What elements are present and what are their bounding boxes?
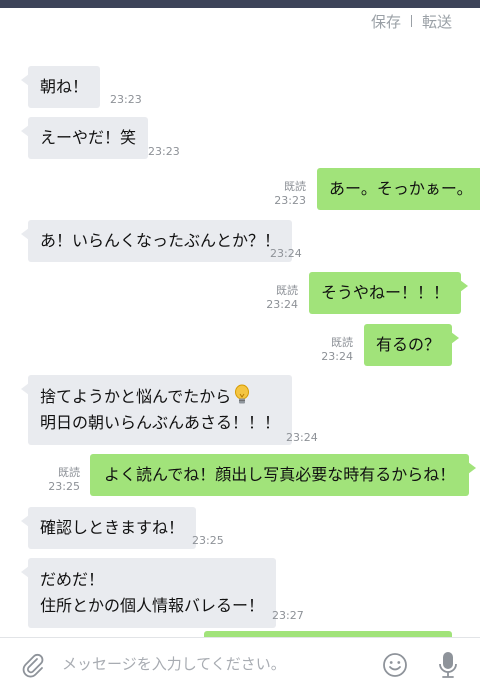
microphone-icon[interactable] — [437, 650, 459, 680]
incoming-message[interactable]: 確認しときますね！ — [20, 507, 197, 549]
message-meta: 既読 23:24 — [262, 284, 298, 312]
header-divider — [410, 15, 412, 27]
message-time: 23:23 — [148, 145, 180, 158]
outgoing-message[interactable]: 有るの？ — [364, 324, 460, 366]
message-text: あー。そっかぁー。 — [329, 179, 473, 198]
message-text: 有るの？ — [376, 335, 441, 354]
message-text: 捨てようかと悩んでたから — [40, 387, 232, 406]
emoji-icon[interactable] — [382, 652, 408, 678]
message-composer — [0, 637, 480, 690]
save-button[interactable]: 保存 — [371, 11, 401, 32]
message-time: 23:25 — [192, 534, 224, 547]
incoming-message[interactable]: あ！いらんくなったぶんとか？！ — [20, 220, 293, 262]
message-time: 23:24 — [286, 431, 318, 444]
message-text: 確認しときますね！ — [40, 518, 185, 537]
incoming-message[interactable]: えーやだ！笑 — [20, 117, 149, 159]
message-line: 捨てようかと悩んでたから — [40, 384, 280, 410]
incoming-message[interactable]: だめだ！ 住所とかの個人情報バレるー！ — [20, 558, 277, 628]
message-time: 23:27 — [272, 609, 304, 622]
window-top-bar — [0, 0, 480, 8]
message-line: 住所とかの個人情報バレるー！ — [40, 593, 264, 619]
incoming-message[interactable]: 捨てようかと悩んでたから 明日の朝いらんぶんあさる！！！ — [20, 375, 293, 445]
message-meta: 既読 23:23 — [270, 180, 306, 208]
message-time: 23:24 — [266, 298, 298, 311]
message-meta: 既読 23:24 — [317, 336, 353, 364]
message-input[interactable] — [62, 652, 352, 676]
outgoing-message[interactable]: そうやねー！！！ — [309, 272, 469, 314]
outgoing-message[interactable]: あー。そっかぁー。 — [317, 168, 480, 210]
read-receipt: 既読 — [284, 180, 306, 193]
message-line: だめだ！ — [40, 567, 264, 593]
message-time: 23:23 — [274, 194, 306, 207]
read-receipt: 既読 — [276, 284, 298, 297]
paperclip-icon[interactable] — [20, 652, 46, 678]
incoming-message[interactable]: 朝ね！ — [20, 66, 101, 108]
message-text: 明日の朝いらんぶんあさる！！！ — [40, 413, 281, 432]
message-text: よく読んでね！顔出し写真必要な時有るからね！ — [104, 465, 456, 484]
message-text: だめだ！ — [40, 570, 105, 589]
message-time: 23:24 — [270, 247, 302, 260]
message-line: 明日の朝いらんぶんあさる！！！ — [40, 410, 280, 436]
read-receipt: 既読 — [58, 466, 80, 479]
message-text: あ！いらんくなったぶんとか？！ — [40, 231, 281, 250]
message-time: 23:24 — [321, 350, 353, 363]
header-actions: 保存 転送 — [371, 11, 452, 32]
forward-button[interactable]: 転送 — [422, 11, 452, 32]
message-text: えーやだ！笑 — [40, 128, 137, 147]
read-receipt: 既読 — [331, 336, 353, 349]
message-text: そうやねー！！！ — [321, 283, 450, 302]
message-list[interactable]: 朝ね！ 23:23 えーやだ！笑 23:23 既読 23:23 あー。そっかぁー… — [0, 34, 480, 632]
lightbulb-icon — [235, 384, 250, 404]
message-time: 23:25 — [48, 480, 80, 493]
message-time: 23:23 — [110, 93, 142, 106]
message-meta: 既読 23:25 — [44, 466, 80, 494]
outgoing-message[interactable]: よく読んでね！顔出し写真必要な時有るからね！ — [90, 454, 477, 496]
message-text: 朝ね！ — [40, 77, 89, 96]
message-text: 住所とかの個人情報バレるー！ — [40, 596, 265, 615]
